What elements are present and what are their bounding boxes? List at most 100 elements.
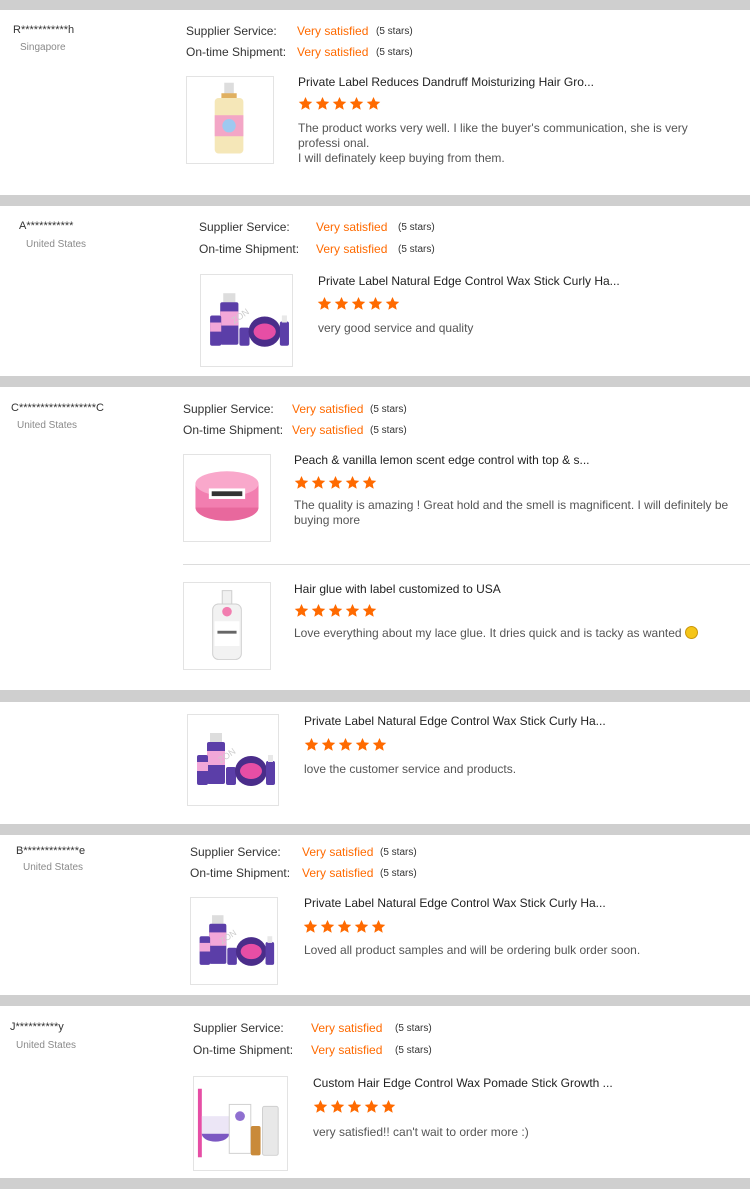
review-card: J**********y United States Supplier Serv… <box>0 1006 750 1178</box>
star-icon <box>351 296 366 311</box>
supplier-service-label: Supplier Service: <box>186 24 277 38</box>
star-icon <box>347 1099 362 1114</box>
ontime-shipment-label: On-time Shipment: <box>193 1043 294 1057</box>
star-icon <box>355 737 370 752</box>
star-icon <box>332 96 347 111</box>
buyer-country: United States <box>23 862 84 873</box>
rating-stars <box>294 603 377 618</box>
ontime-shipment-label: On-time Shipment: <box>183 423 284 437</box>
ontime-shipment-stars: (5 stars) <box>380 868 417 879</box>
star-icon <box>337 919 352 934</box>
supplier-service-value: Very satisfied <box>297 24 369 38</box>
star-icon <box>320 919 335 934</box>
product-title[interactable]: Custom Hair Edge Control Wax Pomade Stic… <box>313 1076 613 1090</box>
ontime-shipment-value: Very satisfied <box>316 242 388 256</box>
star-icon <box>362 603 377 618</box>
supplier-service-stars: (5 stars) <box>380 847 417 858</box>
supplier-service-label: Supplier Service: <box>183 402 274 416</box>
star-icon <box>366 96 381 111</box>
review-text: very satisfied!! can't wait to order mor… <box>313 1125 529 1139</box>
product-divider <box>183 564 750 565</box>
buyer-country: United States <box>26 239 87 250</box>
star-icon <box>354 919 369 934</box>
edge-control-kit-icon[interactable] <box>200 274 293 367</box>
buyer-name: C******************C <box>11 402 104 414</box>
edge-control-kit-icon[interactable] <box>190 897 278 985</box>
buyer-name: R***********h <box>13 24 75 36</box>
review-text-content: Love everything about my lace glue. It d… <box>294 626 682 640</box>
supplier-service-value: Very satisfied <box>311 1021 383 1035</box>
star-icon <box>315 96 330 111</box>
supplier-service-stars: (5 stars) <box>376 26 413 37</box>
buyer-name: J**********y <box>10 1021 64 1033</box>
star-icon <box>345 603 360 618</box>
star-icon <box>304 737 319 752</box>
star-icon <box>294 475 309 490</box>
review-text: Love everything about my lace glue. It d… <box>294 626 730 641</box>
review-card: C******************C United States Suppl… <box>0 387 750 690</box>
star-icon <box>381 1099 396 1114</box>
supplier-service-label: Supplier Service: <box>190 845 281 859</box>
rating-stars <box>304 737 387 752</box>
star-icon <box>330 1099 345 1114</box>
rating-stars <box>294 475 377 490</box>
supplier-service-stars: (5 stars) <box>370 404 407 415</box>
ontime-shipment-label: On-time Shipment: <box>199 242 300 256</box>
rating-stars <box>313 1099 396 1114</box>
product-title[interactable]: Hair glue with label customized to USA <box>294 582 501 596</box>
star-icon <box>368 296 383 311</box>
product-title[interactable]: Private Label Natural Edge Control Wax S… <box>304 714 606 728</box>
rating-stars <box>303 919 386 934</box>
review-card: A*********** United States Supplier Serv… <box>0 206 750 376</box>
review-card: Private Label Natural Edge Control Wax S… <box>0 702 750 824</box>
star-icon <box>294 603 309 618</box>
hair-oil-bottle-icon[interactable] <box>186 76 274 164</box>
product-title[interactable]: Peach & vanilla lemon scent edge control… <box>294 453 590 467</box>
ontime-shipment-stars: (5 stars) <box>370 425 407 436</box>
ontime-shipment-value: Very satisfied <box>297 45 369 59</box>
supplier-service-stars: (5 stars) <box>398 222 435 233</box>
supplier-service-label: Supplier Service: <box>193 1021 284 1035</box>
product-title[interactable]: Private Label Natural Edge Control Wax S… <box>304 896 606 910</box>
review-text: love the customer service and products. <box>304 762 517 776</box>
pomade-kit-icon[interactable] <box>193 1076 288 1171</box>
buyer-country: United States <box>17 420 78 431</box>
buyer-country: Singapore <box>20 42 66 53</box>
lace-glue-bottle-icon[interactable] <box>183 582 271 670</box>
supplier-service-value: Very satisfied <box>316 220 388 234</box>
star-icon <box>317 296 332 311</box>
supplier-service-stars: (5 stars) <box>395 1023 432 1034</box>
star-icon <box>328 603 343 618</box>
review-card: R***********h Singapore Supplier Service… <box>0 10 750 195</box>
ontime-shipment-stars: (5 stars) <box>398 244 435 255</box>
rating-stars <box>317 296 400 311</box>
star-icon <box>311 475 326 490</box>
review-text: Loved all product samples and will be or… <box>304 943 641 957</box>
supplier-service-value: Very satisfied <box>302 845 374 859</box>
star-icon <box>372 737 387 752</box>
product-title[interactable]: Private Label Reduces Dandruff Moisturiz… <box>298 75 594 89</box>
pink-edge-control-jar-icon[interactable] <box>183 454 271 542</box>
review-text: I will definately keep buying from them. <box>298 151 505 165</box>
star-icon <box>349 96 364 111</box>
star-icon <box>364 1099 379 1114</box>
ontime-shipment-stars: (5 stars) <box>395 1045 432 1056</box>
star-icon <box>345 475 360 490</box>
ontime-shipment-value: Very satisfied <box>302 866 374 880</box>
star-icon <box>303 919 318 934</box>
buyer-name: A*********** <box>19 220 74 232</box>
rating-stars <box>298 96 381 111</box>
edge-control-kit-icon[interactable] <box>187 714 279 806</box>
star-icon <box>328 475 343 490</box>
supplier-service-value: Very satisfied <box>292 402 364 416</box>
buyer-name: B*************e <box>16 845 86 857</box>
review-text: The product works very well. I like the … <box>298 121 688 150</box>
star-icon <box>313 1099 328 1114</box>
review-text: very good service and quality <box>318 321 474 335</box>
product-title[interactable]: Private Label Natural Edge Control Wax S… <box>318 274 620 288</box>
ontime-shipment-label: On-time Shipment: <box>186 45 287 59</box>
star-icon <box>298 96 313 111</box>
star-icon <box>334 296 349 311</box>
review-text: The quality is amazing ! Great hold and … <box>294 498 729 527</box>
supplier-service-label: Supplier Service: <box>199 220 290 234</box>
